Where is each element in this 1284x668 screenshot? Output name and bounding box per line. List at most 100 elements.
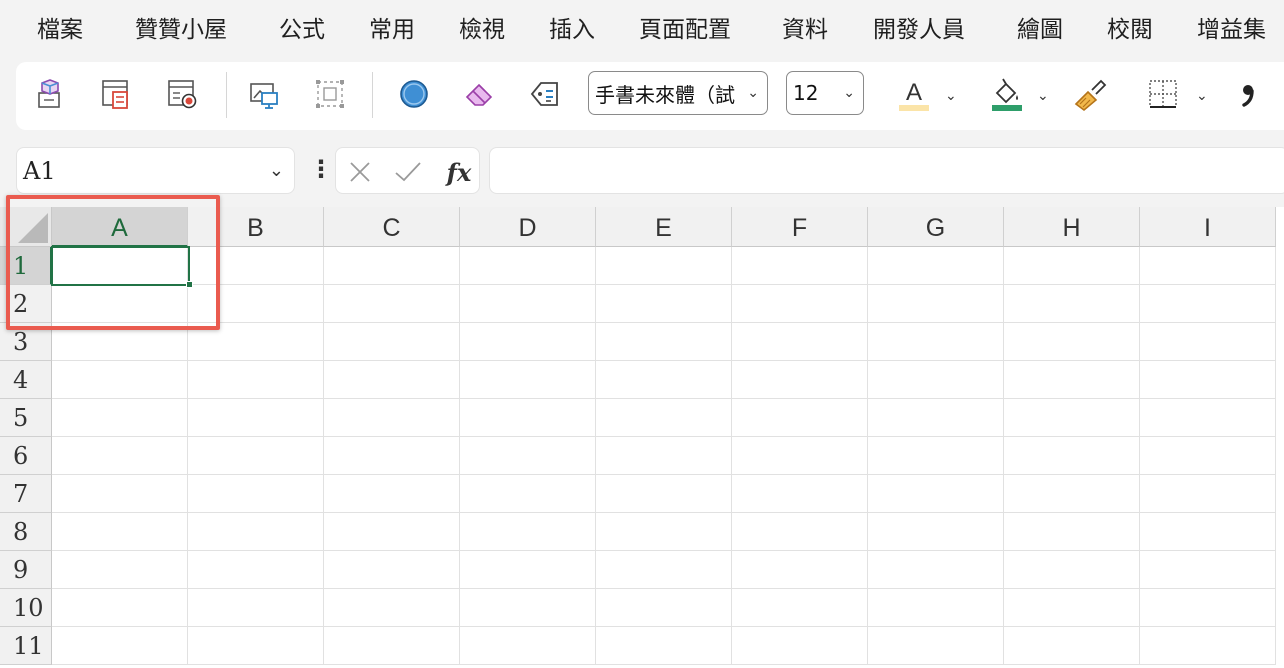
cell-d3[interactable] xyxy=(460,323,596,361)
row-header-6[interactable]: 6 xyxy=(0,437,52,475)
cell-h2[interactable] xyxy=(1004,285,1140,323)
cell-d5[interactable] xyxy=(460,399,596,437)
row-header-11[interactable]: 11 xyxy=(0,627,52,665)
column-header-d[interactable]: D xyxy=(460,207,596,247)
cell-i2[interactable] xyxy=(1140,285,1276,323)
cell-c4[interactable] xyxy=(324,361,460,399)
chevron-down-icon[interactable]: ⌄ xyxy=(269,160,284,181)
cell-h5[interactable] xyxy=(1004,399,1140,437)
cell-i1[interactable] xyxy=(1140,247,1276,285)
menu-addins[interactable]: 增益集 xyxy=(1197,14,1266,46)
borders-icon[interactable] xyxy=(1143,74,1183,114)
cell-a8[interactable] xyxy=(52,513,188,551)
formula-input[interactable] xyxy=(489,147,1284,194)
row-header-9[interactable]: 9 xyxy=(0,551,52,589)
column-header-a[interactable]: A xyxy=(52,207,188,247)
menu-review[interactable]: 校閱 xyxy=(1107,14,1153,46)
cell-d2[interactable] xyxy=(460,285,596,323)
cell-b1[interactable] xyxy=(188,247,324,285)
cell-g6[interactable] xyxy=(868,437,1004,475)
cell-f6[interactable] xyxy=(732,437,868,475)
cell-d11[interactable] xyxy=(460,627,596,665)
cell-e4[interactable] xyxy=(596,361,732,399)
name-box[interactable]: A1 ⌄ xyxy=(16,147,295,194)
cell-h7[interactable] xyxy=(1004,475,1140,513)
fill-color-icon[interactable] xyxy=(987,74,1027,114)
cell-h3[interactable] xyxy=(1004,323,1140,361)
column-header-f[interactable]: F xyxy=(732,207,868,247)
cell-a3[interactable] xyxy=(52,323,188,361)
cell-i8[interactable] xyxy=(1140,513,1276,551)
cell-f5[interactable] xyxy=(732,399,868,437)
menu-home[interactable]: 常用 xyxy=(369,14,415,46)
cell-f7[interactable] xyxy=(732,475,868,513)
cell-c7[interactable] xyxy=(324,475,460,513)
menu-page-layout[interactable]: 頁面配置 xyxy=(639,14,731,46)
row-header-10[interactable]: 10 xyxy=(0,589,52,627)
cell-e10[interactable] xyxy=(596,589,732,627)
record-macro-icon[interactable] xyxy=(162,74,202,114)
cell-f10[interactable] xyxy=(732,589,868,627)
cell-i3[interactable] xyxy=(1140,323,1276,361)
cell-e1[interactable] xyxy=(596,247,732,285)
cell-b8[interactable] xyxy=(188,513,324,551)
cell-c6[interactable] xyxy=(324,437,460,475)
cell-i7[interactable] xyxy=(1140,475,1276,513)
row-header-8[interactable]: 8 xyxy=(0,513,52,551)
cell-h4[interactable] xyxy=(1004,361,1140,399)
cell-b10[interactable] xyxy=(188,589,324,627)
sheet-form-icon[interactable] xyxy=(96,74,136,114)
more-options-icon[interactable]: ⋮ xyxy=(309,157,333,181)
cell-h8[interactable] xyxy=(1004,513,1140,551)
cell-c1[interactable] xyxy=(324,247,460,285)
comma-style-icon[interactable] xyxy=(1228,74,1268,114)
cell-f11[interactable] xyxy=(732,627,868,665)
cell-g10[interactable] xyxy=(868,589,1004,627)
font-color-icon[interactable]: A xyxy=(894,74,934,114)
column-header-h[interactable]: H xyxy=(1004,207,1140,247)
cell-e6[interactable] xyxy=(596,437,732,475)
cell-f3[interactable] xyxy=(732,323,868,361)
select-all-button[interactable] xyxy=(0,207,52,247)
cell-i11[interactable] xyxy=(1140,627,1276,665)
cell-f2[interactable] xyxy=(732,285,868,323)
cell-b9[interactable] xyxy=(188,551,324,589)
cell-d7[interactable] xyxy=(460,475,596,513)
cell-d9[interactable] xyxy=(460,551,596,589)
cell-g1[interactable] xyxy=(868,247,1004,285)
menu-file[interactable]: 檔案 xyxy=(37,14,83,46)
cell-a11[interactable] xyxy=(52,627,188,665)
font-color-dropdown[interactable]: ⌄ xyxy=(945,88,957,104)
tag-icon[interactable] xyxy=(526,74,566,114)
cell-f9[interactable] xyxy=(732,551,868,589)
cell-c11[interactable] xyxy=(324,627,460,665)
3d-model-icon[interactable] xyxy=(30,74,70,114)
cell-e2[interactable] xyxy=(596,285,732,323)
cell-e9[interactable] xyxy=(596,551,732,589)
menu-data[interactable]: 資料 xyxy=(782,14,828,46)
cell-a2[interactable] xyxy=(52,285,188,323)
cell-i5[interactable] xyxy=(1140,399,1276,437)
cell-d4[interactable] xyxy=(460,361,596,399)
cell-h10[interactable] xyxy=(1004,589,1140,627)
row-header-4[interactable]: 4 xyxy=(0,361,52,399)
cell-a7[interactable] xyxy=(52,475,188,513)
column-header-e[interactable]: E xyxy=(596,207,732,247)
cell-g2[interactable] xyxy=(868,285,1004,323)
cell-c10[interactable] xyxy=(324,589,460,627)
cell-g4[interactable] xyxy=(868,361,1004,399)
row-header-7[interactable]: 7 xyxy=(0,475,52,513)
select-objects-icon[interactable] xyxy=(310,74,350,114)
cell-c8[interactable] xyxy=(324,513,460,551)
cell-e11[interactable] xyxy=(596,627,732,665)
column-header-b[interactable]: B xyxy=(188,207,324,247)
fill-color-dropdown[interactable]: ⌄ xyxy=(1037,88,1049,104)
borders-dropdown[interactable]: ⌄ xyxy=(1196,88,1208,104)
circle-shape-icon[interactable] xyxy=(394,74,434,114)
cell-d6[interactable] xyxy=(460,437,596,475)
cell-i6[interactable] xyxy=(1140,437,1276,475)
menu-view[interactable]: 檢視 xyxy=(459,14,505,46)
font-name-select[interactable]: 手書未來體（試 ⌄ xyxy=(588,71,768,115)
menu-insert[interactable]: 插入 xyxy=(549,14,595,46)
fill-handle[interactable] xyxy=(186,281,193,288)
